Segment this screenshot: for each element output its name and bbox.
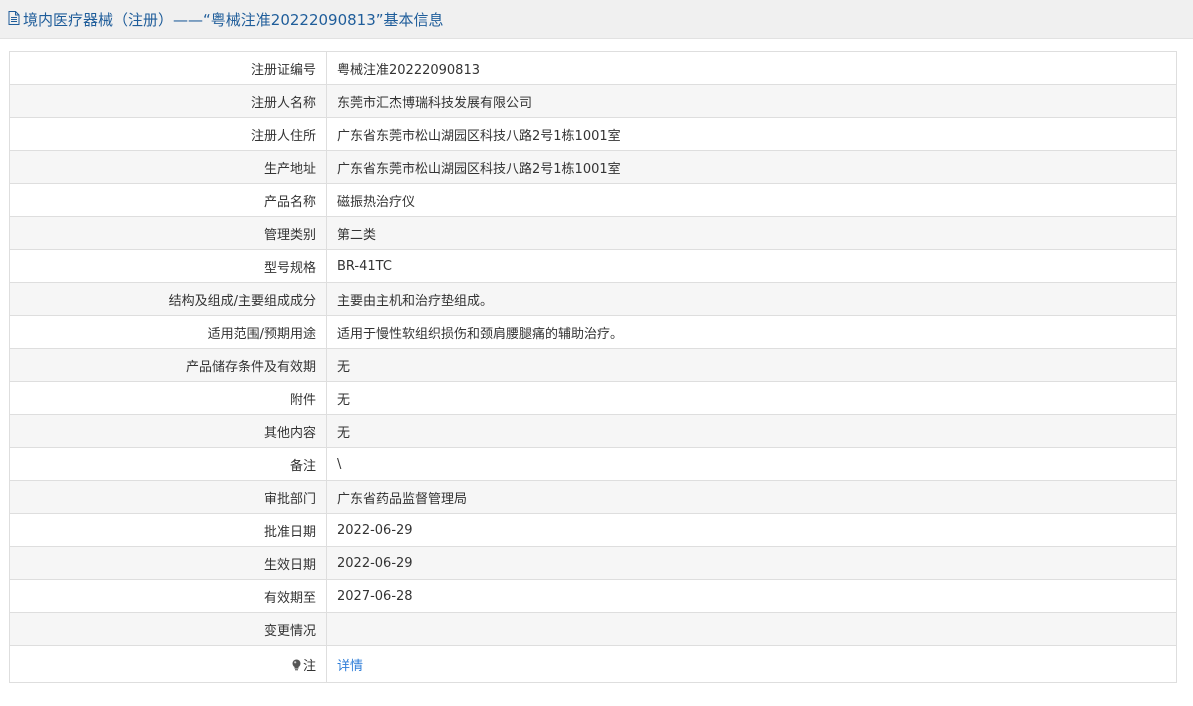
row-value: 适用于慢性软组织损伤和颈肩腰腿痛的辅助治疗。 [326,315,1177,349]
table-row: 附件无 [9,381,1177,415]
table-row: 审批部门 广东省药品监督管理局 [9,480,1177,514]
row-value: 无 [326,414,1177,448]
row-value: 无 [326,381,1177,415]
row-label: 注册人名称 [9,84,327,118]
table-row: 结构及组成/主要组成成分 主要由主机和治疗垫组成。 [9,282,1177,316]
row-label: 适用范围/预期用途 [9,315,327,349]
row-value: \ [326,447,1177,481]
row-value: 主要由主机和治疗垫组成。 [326,282,1177,316]
row-value: 2027-06-28 [326,579,1177,613]
row-label: 结构及组成/主要组成成分 [9,282,327,316]
info-table-body: 注册证编号 粤械注准20222090813 注册人名称 东莞市汇杰博瑞科技发展有限公… [9,51,1177,683]
table-row: 管理类别 第二类 [9,216,1177,250]
row-value: 无 [326,348,1177,382]
page: 境内医疗器械（注册）——“粤械注准20222090813”基本信息 注册证编号粤… [0,0,1193,706]
table-row: 生效日期 2022-06-29 [9,546,1177,580]
details-link[interactable]: 详情 [337,659,363,674]
lightbulb-icon [291,659,302,671]
note-value-cell: 详情 [326,645,1177,683]
row-value: 广东省东莞市松山湖园区科技八路2号1栋1001室 [326,150,1177,184]
table-row: 适用范围/预期用途 适用于慢性软组织损伤和颈肩腰腿痛的辅助治疗。 [9,315,1177,349]
table-row: 注册人住所 广东省东莞市松山湖园区科技八路2号1栋1001室 [9,117,1177,151]
row-label: 批准日期 [9,513,327,547]
row-label: 生效日期 [9,546,327,580]
page-header: 境内医疗器械（注册）——“粤械注准20222090813”基本信息 [0,0,1193,39]
row-value: BR-41TC [326,249,1177,283]
row-value [326,612,1177,646]
row-label: 注册人住所 [9,117,327,151]
row-label: 产品名称 [9,183,327,217]
note-row: 注 详情 [9,645,1177,683]
table-row: 产品名称 磁振热治疗仪 [9,183,1177,217]
table-row: 批准日期 2022-06-29 [9,513,1177,547]
row-value: 2022-06-29 [326,513,1177,547]
table-row: 有效期至 2027-06-28 [9,579,1177,613]
table-row: 产品储存条件及有效期无 [9,348,1177,382]
note-label-cell: 注 [9,645,327,683]
row-value: 粤械注准20222090813 [326,51,1177,85]
row-value: 磁振热治疗仪 [326,183,1177,217]
info-table: 注册证编号 粤械注准20222090813 注册人名称 东莞市汇杰博瑞科技发展有限公… [9,51,1177,683]
row-value: 广东省药品监督管理局 [326,480,1177,514]
note-label: 注 [302,658,316,674]
row-label: 型号规格 [9,249,327,283]
row-label: 产品储存条件及有效期 [9,348,327,382]
table-row: 注册证编号 粤械注准20222090813 [9,51,1177,85]
page-title: 境内医疗器械（注册）——“粤械注准20222090813”基本信息 [23,10,444,29]
row-label: 审批部门 [9,480,327,514]
table-row: 注册人名称 东莞市汇杰博瑞科技发展有限公司 [9,84,1177,118]
row-label: 生产地址 [9,150,327,184]
row-label: 备注 [9,447,327,481]
row-label: 附件 [9,381,327,415]
row-value: 广东省东莞市松山湖园区科技八路2号1栋1001室 [326,117,1177,151]
table-row: 其他内容无 [9,414,1177,448]
info-table-container: 注册证编号 粤械注准20222090813 注册人名称 东莞市汇杰博瑞科技发展有限公… [9,51,1177,683]
row-label: 其他内容 [9,414,327,448]
row-value: 东莞市汇杰博瑞科技发展有限公司 [326,84,1177,118]
table-row: 生产地址 广东省东莞市松山湖园区科技八路2号1栋1001室 [9,150,1177,184]
row-label: 变更情况 [9,612,327,646]
table-row: 备注 \ [9,447,1177,481]
row-value: 2022-06-29 [326,546,1177,580]
row-label: 注册证编号 [9,51,327,85]
row-value: 第二类 [326,216,1177,250]
row-label: 有效期至 [9,579,327,613]
table-row: 变更情况 [9,612,1177,646]
row-label: 管理类别 [9,216,327,250]
table-row: 型号规格 BR-41TC [9,249,1177,283]
document-icon [8,11,20,25]
